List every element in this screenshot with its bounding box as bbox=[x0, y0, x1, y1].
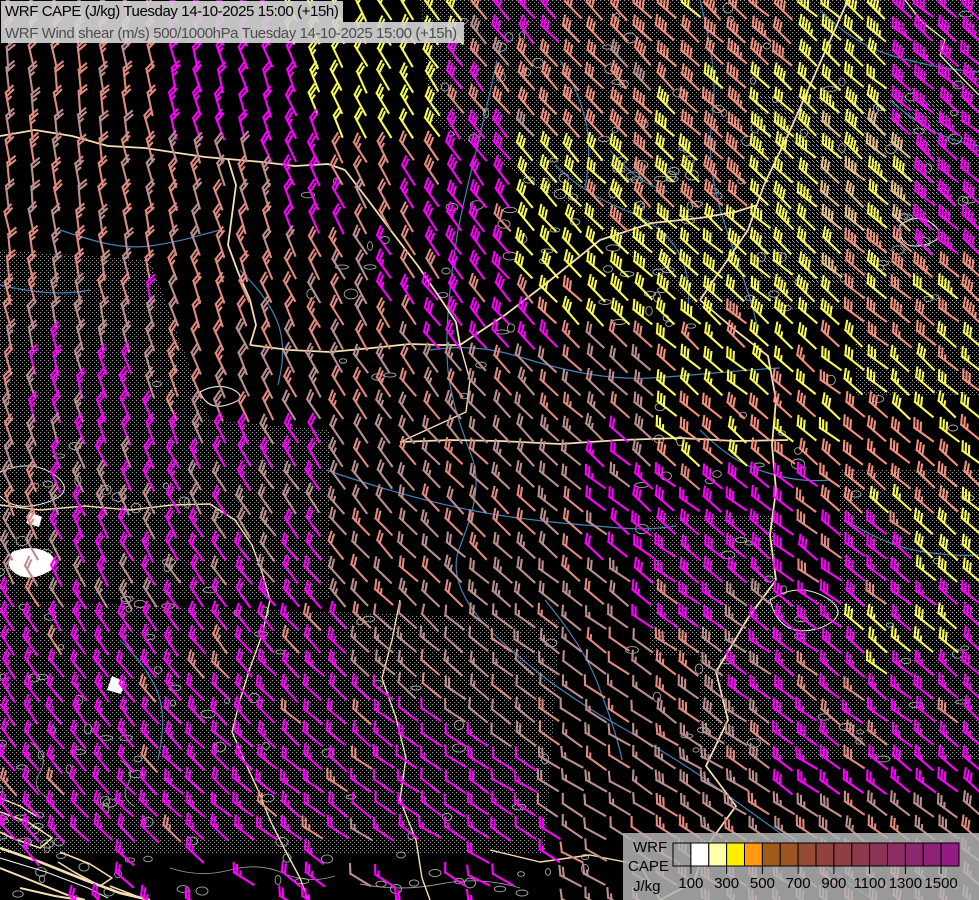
svg-text:J/kg: J/kg bbox=[633, 878, 661, 895]
svg-text:WRF Wind shear (m/s) 500/1000h: WRF Wind shear (m/s) 500/1000hPa Tuesday… bbox=[5, 25, 457, 42]
svg-text:WRF: WRF bbox=[633, 839, 667, 856]
svg-text:900: 900 bbox=[821, 875, 846, 892]
svg-text:100: 100 bbox=[678, 875, 703, 892]
svg-text:300: 300 bbox=[714, 875, 739, 892]
svg-text:500: 500 bbox=[750, 875, 775, 892]
svg-text:CAPE: CAPE bbox=[628, 858, 669, 875]
svg-text:1500: 1500 bbox=[924, 875, 957, 892]
svg-text:1300: 1300 bbox=[889, 875, 922, 892]
svg-text:WRF CAPE (J/kg) Tuesday 14-10-: WRF CAPE (J/kg) Tuesday 14-10-2025 15:00… bbox=[5, 3, 339, 20]
svg-text:1100: 1100 bbox=[853, 875, 885, 892]
svg-text:700: 700 bbox=[786, 875, 811, 892]
